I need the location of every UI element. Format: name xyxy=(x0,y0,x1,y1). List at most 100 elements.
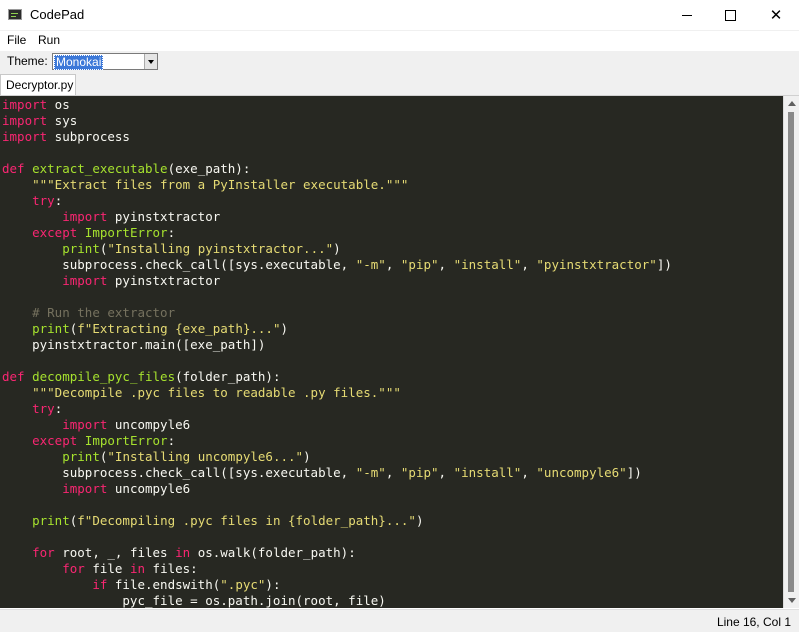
code-line[interactable]: for file in files: xyxy=(2,561,672,577)
code-line[interactable]: if file.endswith(".pyc"): xyxy=(2,577,672,593)
code-line[interactable]: import subprocess xyxy=(2,129,672,145)
code-token: "Installing pyinstxtractor..." xyxy=(107,241,334,256)
code-token: ) xyxy=(280,321,289,336)
code-token: ) xyxy=(415,513,424,528)
code-line[interactable]: except ImportError: xyxy=(2,433,672,449)
code-token: """Decompile .pyc files to readable .py … xyxy=(32,385,401,400)
code-line[interactable]: import pyinstxtractor xyxy=(2,209,672,225)
code-line[interactable] xyxy=(2,289,672,305)
close-icon: ✕ xyxy=(769,5,783,24)
menu-bar: File Run xyxy=(0,31,799,51)
chevron-down-icon xyxy=(148,59,154,64)
code-line[interactable]: import sys xyxy=(2,113,672,129)
code-line[interactable]: for root, _, files in os.walk(folder_pat… xyxy=(2,545,672,561)
code-token: "pip" xyxy=(400,257,439,272)
code-line[interactable]: import uncompyle6 xyxy=(2,481,672,497)
code-token: # Run the extractor xyxy=(32,305,176,320)
code-line[interactable]: try: xyxy=(2,401,672,417)
code-token: ): xyxy=(265,577,281,592)
code-line[interactable]: pyinstxtractor.main([exe_path]) xyxy=(2,337,672,353)
code-token: try xyxy=(32,193,55,208)
theme-dropdown[interactable]: Monokai xyxy=(52,53,158,70)
code-line[interactable] xyxy=(2,145,672,161)
code-token: : xyxy=(167,225,176,240)
scroll-down-arrow-icon[interactable] xyxy=(788,598,796,603)
code-token: : xyxy=(167,433,176,448)
code-token: : xyxy=(54,401,63,416)
code-line[interactable]: print("Installing pyinstxtractor...") xyxy=(2,241,672,257)
code-token: import xyxy=(62,417,108,432)
code-line[interactable]: pyc_file = os.path.join(root, file) xyxy=(2,593,672,608)
code-line[interactable]: subprocess.check_call([sys.executable, "… xyxy=(2,257,672,273)
code-token: os xyxy=(47,97,70,112)
code-token: , xyxy=(521,465,537,480)
code-line[interactable]: try: xyxy=(2,193,672,209)
code-token: print xyxy=(62,241,100,256)
code-token: ) xyxy=(303,449,311,464)
tab-bar: Decryptor.py xyxy=(0,72,799,96)
code-token: ) xyxy=(333,241,341,256)
code-line[interactable]: print("Installing uncompyle6...") xyxy=(2,449,672,465)
code-token: file xyxy=(84,561,130,576)
maximize-button[interactable] xyxy=(707,0,753,30)
minimize-button[interactable] xyxy=(664,0,710,30)
code-token: for xyxy=(32,545,55,560)
code-line[interactable]: """Extract files from a PyInstaller exec… xyxy=(2,177,672,193)
scroll-up-arrow-icon[interactable] xyxy=(788,101,796,106)
code-token: in xyxy=(129,561,146,576)
code-token: , xyxy=(385,257,401,272)
code-line[interactable]: # Run the extractor xyxy=(2,305,672,321)
code-token: "-m" xyxy=(355,257,386,272)
close-button[interactable]: ✕ xyxy=(753,0,799,30)
code-token: def xyxy=(2,161,25,176)
code-line[interactable]: print(f"Decompiling .pyc files in {folde… xyxy=(2,513,672,529)
code-token: files: xyxy=(145,561,198,576)
code-token: ]) xyxy=(626,465,642,480)
code-line[interactable]: import pyinstxtractor xyxy=(2,273,672,289)
code-line[interactable]: def extract_executable(exe_path): xyxy=(2,161,672,177)
code-token: "install" xyxy=(453,257,522,272)
code-line[interactable] xyxy=(2,497,672,513)
code-line[interactable]: import os xyxy=(2,97,672,113)
code-line[interactable]: print(f"Extracting {exe_path}...") xyxy=(2,321,672,337)
code-token: pyinstxtractor xyxy=(107,273,221,288)
code-token: import xyxy=(2,129,48,144)
code-text[interactable]: import os import sys import subprocess def… xyxy=(2,97,672,608)
code-token: sys xyxy=(47,113,78,128)
code-line[interactable]: subprocess.check_call([sys.executable, "… xyxy=(2,465,672,481)
code-token: ImportError xyxy=(84,225,168,240)
code-line[interactable]: except ImportError: xyxy=(2,225,672,241)
code-line[interactable]: """Decompile .pyc files to readable .py … xyxy=(2,385,672,401)
code-token: subprocess.check_call([sys.executable, xyxy=(2,465,356,480)
code-token: ".pyc" xyxy=(220,577,266,592)
code-token: pyinstxtractor xyxy=(107,209,221,224)
scrollbar-thumb[interactable] xyxy=(788,112,794,592)
code-line[interactable]: def decompile_pyc_files(folder_path): xyxy=(2,369,672,385)
title-bar: CodePad ✕ xyxy=(0,0,799,31)
code-line[interactable]: import uncompyle6 xyxy=(2,417,672,433)
vertical-scrollbar[interactable] xyxy=(783,96,799,608)
code-token: import xyxy=(62,481,108,496)
code-editor[interactable]: import os import sys import subprocess def… xyxy=(0,96,783,608)
code-token: "-m" xyxy=(355,465,386,480)
menu-file[interactable]: File xyxy=(6,33,27,47)
code-token: : xyxy=(54,193,63,208)
code-line[interactable] xyxy=(2,353,672,369)
dropdown-arrow-button[interactable] xyxy=(144,54,157,69)
toolbar: Theme: Monokai xyxy=(0,51,799,72)
tab-decryptor-py[interactable]: Decryptor.py xyxy=(0,74,76,95)
code-line[interactable] xyxy=(2,529,672,545)
menu-run[interactable]: Run xyxy=(37,33,61,47)
